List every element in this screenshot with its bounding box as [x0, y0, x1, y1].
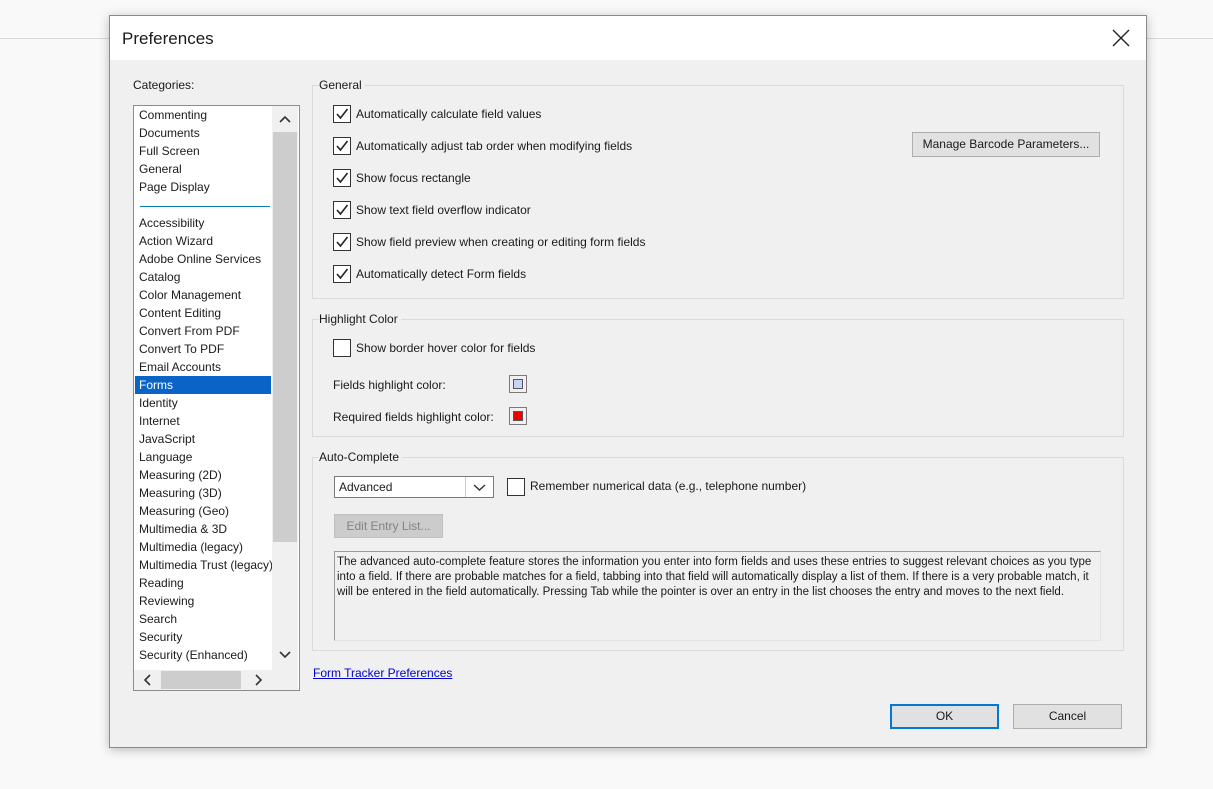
focus-rectangle-label: Show focus rectangle: [356, 171, 471, 185]
category-item[interactable]: Measuring (3D): [135, 484, 271, 502]
category-item[interactable]: Documents: [135, 124, 271, 142]
category-item[interactable]: Accessibility: [135, 214, 271, 232]
category-item[interactable]: Email Accounts: [135, 358, 271, 376]
manage-barcode-button[interactable]: Manage Barcode Parameters...: [912, 132, 1100, 157]
autocomplete-mode-value: Advanced: [339, 480, 393, 494]
required-highlight-color-picker[interactable]: [509, 407, 527, 425]
category-item[interactable]: Measuring (2D): [135, 466, 271, 484]
autocomplete-description: The advanced auto-complete feature store…: [334, 551, 1101, 641]
dialog-title: Preferences: [122, 29, 214, 48]
category-item[interactable]: Reading: [135, 574, 271, 592]
detect-form-fields-label: Automatically detect Form fields: [356, 267, 527, 281]
border-hover-label: Show border hover color for fields: [356, 341, 536, 355]
adjust-tab-order-checkbox[interactable]: [333, 137, 351, 155]
category-item[interactable]: General: [135, 160, 271, 178]
title-bar: Preferences: [110, 16, 1146, 60]
category-item[interactable]: Commenting: [135, 106, 271, 124]
focus-rectangle-checkbox[interactable]: [333, 169, 351, 187]
required-highlight-label: Required fields highlight color:: [333, 410, 494, 424]
category-item[interactable]: Action Wizard: [135, 232, 271, 250]
required-highlight-swatch: [513, 411, 523, 421]
chevron-left-icon[interactable]: [134, 670, 160, 690]
edit-entry-list-button[interactable]: Edit Entry List...: [334, 514, 443, 538]
category-item[interactable]: Reviewing: [135, 592, 271, 610]
category-item[interactable]: Convert To PDF: [135, 340, 271, 358]
category-item[interactable]: Content Editing: [135, 304, 271, 322]
fields-highlight-color-picker[interactable]: [509, 375, 527, 393]
adjust-tab-order-label: Automatically adjust tab order when modi…: [356, 139, 633, 153]
category-item[interactable]: Internet: [135, 412, 271, 430]
fields-highlight-label: Fields highlight color:: [333, 378, 446, 392]
fields-highlight-swatch: [513, 379, 523, 389]
category-item[interactable]: Identity: [135, 394, 271, 412]
cancel-button[interactable]: Cancel: [1013, 704, 1122, 729]
preferences-dialog: Preferences Categories: Commenting Docum…: [109, 15, 1147, 748]
category-item[interactable]: Adobe Online Services: [135, 250, 271, 268]
categories-items: Commenting Documents Full Screen General…: [135, 106, 272, 670]
category-item[interactable]: Measuring (Geo): [135, 502, 271, 520]
category-item[interactable]: Multimedia Trust (legacy): [135, 556, 272, 574]
field-preview-label: Show field preview when creating or edit…: [356, 235, 646, 249]
overflow-indicator-checkbox[interactable]: [333, 201, 351, 219]
form-tracker-link[interactable]: Form Tracker Preferences: [313, 666, 452, 680]
category-item[interactable]: Search: [135, 610, 271, 628]
overflow-indicator-label: Show text field overflow indicator: [356, 203, 531, 217]
chevron-right-icon[interactable]: [246, 670, 272, 690]
chevron-down-icon[interactable]: [272, 642, 298, 668]
autocomplete-mode-select[interactable]: Advanced: [334, 476, 494, 498]
category-item[interactable]: Catalog: [135, 268, 271, 286]
category-item[interactable]: Multimedia (legacy): [135, 538, 271, 556]
scroll-corner: [272, 670, 298, 690]
border-hover-checkbox[interactable]: [333, 339, 351, 357]
horizontal-scrollbar[interactable]: [134, 670, 272, 690]
close-icon[interactable]: [1110, 27, 1132, 49]
category-item[interactable]: Security: [135, 628, 271, 646]
detect-form-fields-checkbox[interactable]: [333, 265, 351, 283]
highlight-legend: Highlight Color: [319, 312, 401, 326]
autocomplete-legend: Auto-Complete: [319, 450, 403, 464]
vertical-scrollbar[interactable]: [272, 106, 298, 670]
category-item[interactable]: Color Management: [135, 286, 271, 304]
auto-calculate-checkbox[interactable]: [333, 105, 351, 123]
category-item[interactable]: JavaScript: [135, 430, 271, 448]
vertical-scroll-thumb[interactable]: [273, 132, 297, 542]
ok-button[interactable]: OK: [890, 704, 999, 729]
category-separator: [140, 206, 270, 207]
field-preview-checkbox[interactable]: [333, 233, 351, 251]
remember-numerical-checkbox[interactable]: [507, 478, 525, 496]
auto-calculate-label: Automatically calculate field values: [356, 107, 542, 121]
general-legend: General: [319, 78, 365, 92]
chevron-up-icon[interactable]: [272, 106, 298, 132]
category-item[interactable]: Multimedia & 3D: [135, 520, 271, 538]
category-item[interactable]: Full Screen: [135, 142, 271, 160]
category-item-selected[interactable]: Forms: [135, 376, 271, 394]
category-item[interactable]: Language: [135, 448, 271, 466]
category-item[interactable]: Security (Enhanced): [135, 646, 271, 664]
category-item[interactable]: Convert From PDF: [135, 322, 271, 340]
remember-numerical-label: Remember numerical data (e.g., telephone…: [530, 479, 807, 493]
categories-label: Categories:: [133, 78, 195, 92]
horizontal-scroll-thumb[interactable]: [161, 671, 241, 689]
category-item[interactable]: Page Display: [135, 178, 271, 196]
chevron-down-icon: [465, 477, 493, 497]
categories-list[interactable]: Commenting Documents Full Screen General…: [133, 105, 300, 691]
